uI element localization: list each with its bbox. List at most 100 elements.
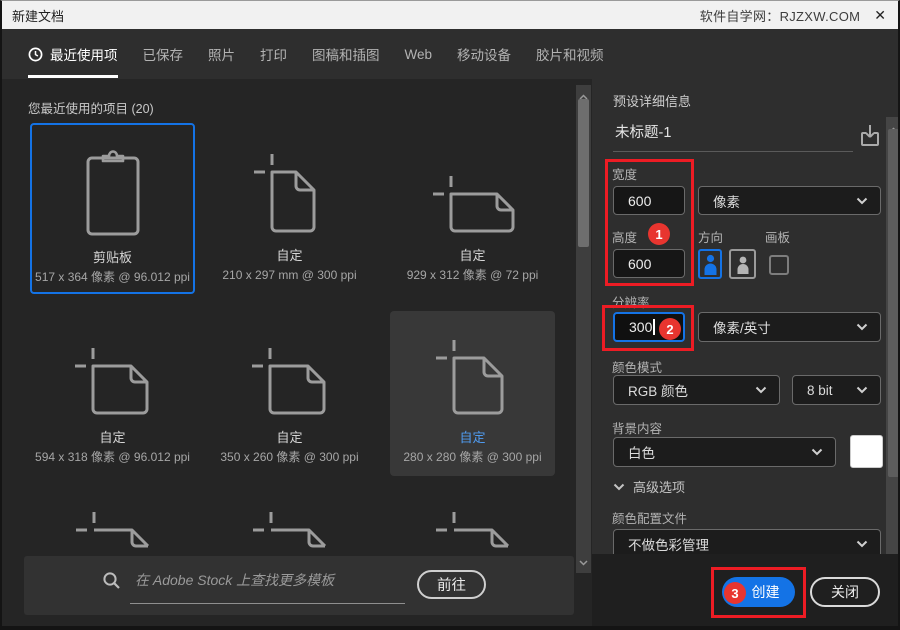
document-landscape-icon — [246, 311, 334, 423]
tab-recent[interactable]: 最近使用项 — [28, 29, 118, 79]
preset-card-clipboard[interactable]: 剪贴板 517 x 364 像素 @ 96.012 ppi — [30, 123, 195, 294]
artboard-checkbox[interactable] — [769, 255, 789, 275]
new-document-dialog: 新建文档 软件自学网：RJZXW.COM ✕ 最近使用项 已保存 照片 打印 图… — [0, 0, 900, 630]
preset-card-custom-280[interactable]: 自定 280 x 280 像素 @ 300 ppi — [390, 311, 555, 476]
preset-card-custom-a4[interactable]: 自定 210 x 297 mm @ 300 ppi — [207, 123, 372, 294]
preset-name: 剪贴板 — [92, 250, 132, 265]
tab-label: 已保存 — [142, 48, 184, 63]
chevron-down-icon — [856, 540, 868, 548]
preset-dims: 350 x 260 像素 @ 300 ppi — [220, 450, 359, 464]
preset-card-custom-350[interactable]: 自定 350 x 260 像素 @ 300 ppi — [207, 311, 372, 476]
document-landscape-icon-partial[interactable] — [247, 506, 335, 550]
document-portrait-icon — [251, 123, 329, 241]
document-landscape-icon-partial[interactable] — [430, 506, 518, 550]
width-input[interactable]: 600 — [613, 186, 685, 215]
background-label: 背景内容 — [612, 422, 663, 436]
resolution-unit-value: 像素/英寸 — [713, 321, 771, 336]
tab-label: 移动设备 — [457, 48, 512, 63]
resolution-value: 300 — [629, 319, 653, 335]
clock-icon — [28, 47, 43, 62]
scrollbar-thumb[interactable] — [888, 129, 898, 477]
tab-mobile[interactable]: 移动设备 — [457, 29, 511, 79]
clipboard-icon — [84, 125, 142, 243]
tab-photo[interactable]: 照片 — [208, 29, 235, 79]
tab-label: Web — [404, 46, 433, 62]
chevron-down-icon — [856, 386, 868, 394]
height-value: 600 — [628, 255, 652, 272]
preset-dims: 280 x 280 像素 @ 300 ppi — [403, 450, 542, 464]
document-landscape-icon — [69, 311, 157, 423]
create-button[interactable]: 创建 — [722, 577, 795, 607]
advanced-options-toggle[interactable]: 高级选项 — [613, 477, 685, 496]
dialog-title: 新建文档 — [12, 8, 65, 24]
category-tabbar: 最近使用项 已保存 照片 打印 图稿和插图 Web 移动设备 胶片和视频 — [2, 29, 898, 79]
bit-depth-value: 8 bit — [807, 382, 833, 398]
chevron-down-icon — [613, 483, 625, 491]
color-mode-label: 颜色模式 — [612, 361, 663, 375]
orientation-portrait-button[interactable] — [698, 249, 722, 279]
recent-presets-panel: 您最近使用的项目 (20) 剪贴板 517 x 364 像素 @ 96.012 … — [2, 79, 592, 626]
tab-art-illustration[interactable]: 图稿和插图 — [312, 29, 380, 79]
artboard-label: 画板 — [765, 231, 791, 245]
unit-dropdown[interactable]: 像素 — [698, 186, 881, 215]
unit-value: 像素 — [713, 194, 740, 210]
watermark-site-label: 软件自学网：RJZXW.COM — [699, 8, 861, 24]
color-mode-dropdown[interactable]: RGB 颜色 — [613, 375, 780, 405]
titlebar: 新建文档 软件自学网：RJZXW.COM ✕ — [2, 1, 898, 29]
scrollbar-thumb[interactable] — [578, 99, 589, 247]
color-profile-label: 颜色配置文件 — [612, 512, 688, 526]
preset-name: 自定 — [276, 430, 303, 445]
preset-dims: 517 x 364 像素 @ 96.012 ppi — [35, 270, 190, 284]
color-profile-value: 不做色彩管理 — [628, 538, 709, 553]
document-landscape-icon-partial[interactable] — [70, 506, 158, 550]
scroll-down-icon[interactable] — [576, 553, 591, 571]
right-scrollbar[interactable] — [886, 117, 898, 573]
chevron-down-icon — [755, 386, 767, 394]
landscape-person-icon — [737, 256, 748, 274]
document-wide-icon — [425, 123, 521, 241]
close-button[interactable]: 关闭 — [810, 577, 880, 607]
save-preset-icon[interactable] — [858, 123, 882, 153]
resolution-input[interactable]: 300 — [613, 312, 685, 342]
tab-label: 胶片和视频 — [536, 48, 604, 63]
background-dropdown[interactable]: 白色 — [613, 437, 836, 467]
tab-label: 打印 — [260, 48, 287, 63]
tab-saved[interactable]: 已保存 — [143, 29, 184, 79]
tab-label: 图稿和插图 — [312, 48, 380, 63]
tab-label: 照片 — [208, 48, 235, 63]
width-value: 600 — [628, 192, 652, 209]
tab-print[interactable]: 打印 — [260, 29, 287, 79]
orientation-label: 方向 — [698, 231, 724, 245]
tab-label: 最近使用项 — [50, 48, 118, 63]
background-color-swatch[interactable] — [850, 435, 883, 468]
left-scrollbar[interactable] — [576, 85, 591, 573]
resolution-unit-dropdown[interactable]: 像素/英寸 — [698, 312, 881, 342]
preset-details-header: 预设详细信息 — [613, 94, 692, 109]
preset-name: 自定 — [459, 248, 486, 263]
resolution-label: 分辨率 — [612, 296, 650, 310]
tab-web[interactable]: Web — [405, 29, 433, 79]
preset-details-panel: 预设详细信息 未标题-1 宽度 600 像素 高度 600 方向 画板 分辨率 … — [592, 79, 898, 626]
document-name-underline — [613, 151, 853, 152]
preset-dims: 929 x 312 像素 @ 72 ppi — [406, 268, 539, 282]
background-value: 白色 — [628, 446, 655, 461]
height-input[interactable]: 600 — [613, 249, 685, 278]
preset-name: 自定 — [459, 430, 486, 445]
chevron-down-icon — [811, 448, 823, 456]
stock-search-input[interactable]: 在 Adobe Stock 上查找更多模板 — [135, 570, 334, 590]
color-mode-value: RGB 颜色 — [628, 384, 689, 399]
preset-name: 自定 — [276, 248, 303, 263]
chevron-down-icon — [856, 197, 868, 205]
document-name-input[interactable]: 未标题-1 — [615, 121, 671, 142]
portrait-person-icon — [704, 254, 716, 275]
tab-film-video[interactable]: 胶片和视频 — [536, 29, 604, 79]
bit-depth-dropdown[interactable]: 8 bit — [792, 375, 881, 405]
go-button[interactable]: 前往 — [417, 570, 486, 599]
document-square-icon — [432, 311, 514, 423]
close-icon[interactable]: ✕ — [874, 8, 886, 22]
preset-card-custom-wide[interactable]: 自定 929 x 312 像素 @ 72 ppi — [390, 123, 555, 294]
width-label: 宽度 — [612, 168, 638, 182]
preset-card-custom-594[interactable]: 自定 594 x 318 像素 @ 96.012 ppi — [30, 311, 195, 476]
orientation-landscape-button[interactable] — [729, 249, 756, 279]
dialog-footer: 创建 关闭 — [592, 554, 898, 626]
